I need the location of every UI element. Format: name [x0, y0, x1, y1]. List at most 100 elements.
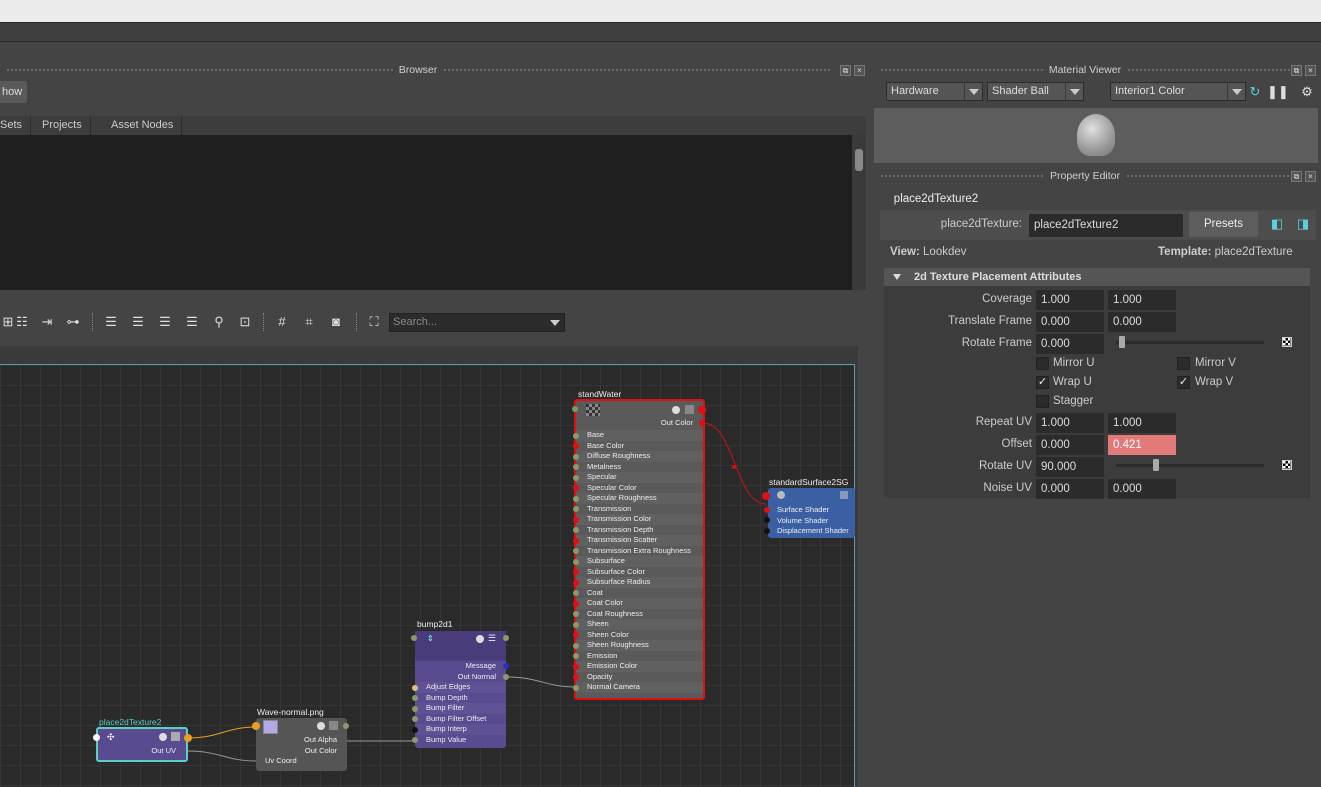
input-port-dot[interactable] — [573, 527, 579, 533]
node-attribute-row[interactable]: Sheen — [576, 619, 703, 630]
port-input[interactable] — [93, 734, 100, 741]
repeat-u-field[interactable]: 1.000 — [1036, 413, 1104, 433]
graph-input-icon[interactable]: ☷ — [14, 314, 30, 330]
input-port-dot[interactable] — [573, 674, 579, 680]
menu-icon[interactable]: ☰ — [488, 634, 497, 643]
collapse-triangle-icon[interactable] — [893, 274, 901, 280]
port-volume-dot[interactable] — [764, 517, 770, 523]
node-attribute-row[interactable]: Adjust Edges — [415, 682, 506, 693]
attributes-icon[interactable] — [685, 405, 694, 414]
rotate-uv-slider[interactable] — [1116, 464, 1264, 467]
search-icon[interactable]: ⚲ — [211, 314, 227, 330]
port-output[interactable] — [343, 723, 349, 729]
settings-icon[interactable] — [672, 406, 680, 414]
node-attribute-row[interactable]: Bump Value — [415, 735, 506, 746]
port-out-normal[interactable]: Out Normal — [415, 672, 506, 683]
settings-icon[interactable] — [159, 733, 167, 741]
port-input[interactable] — [252, 722, 260, 730]
input-port-dot[interactable] — [573, 464, 579, 470]
port-output[interactable] — [184, 734, 192, 742]
input-port-dot[interactable] — [573, 453, 579, 460]
node-place2dtexture[interactable]: ✣ Out UV — [96, 727, 188, 762]
port-volume-shader[interactable]: Volume Shader — [768, 516, 855, 527]
node-attribute-row[interactable]: Transmission Scatter — [576, 535, 703, 546]
node-file-texture[interactable]: Out Alpha Out Color Uv Coord — [256, 718, 347, 771]
input-port-dot[interactable] — [573, 537, 579, 544]
stagger-checkbox[interactable] — [1036, 395, 1049, 408]
input-port-dot[interactable] — [573, 621, 579, 628]
drag-handle[interactable] — [880, 174, 1044, 178]
connection-normal-camera[interactable] — [505, 676, 577, 688]
coverage-v-field[interactable]: 1.000 — [1108, 290, 1176, 310]
mirror-v-checkbox[interactable] — [1177, 357, 1190, 370]
presets-button[interactable]: Presets — [1189, 212, 1258, 237]
port-out-uv[interactable]: Out UV — [98, 746, 186, 757]
grid-icon[interactable]: # — [274, 314, 290, 330]
environment-dropdown[interactable]: Interior1 Color — [1110, 82, 1246, 101]
input-port-dot[interactable] — [573, 590, 579, 596]
wrap-u-checkbox[interactable]: ✓ — [1036, 376, 1049, 389]
node-attribute-row[interactable]: Base — [576, 430, 703, 441]
input-port-dot[interactable] — [573, 632, 579, 638]
drag-handle[interactable] — [443, 68, 831, 72]
tab-asset-nodes[interactable]: Asset Nodes — [103, 116, 183, 135]
offset-u-field[interactable]: 0.000 — [1036, 435, 1104, 455]
input-port-dot[interactable] — [573, 474, 579, 481]
node-attribute-row[interactable]: Transmission Depth — [576, 525, 703, 536]
rotate-frame-field[interactable]: 0.000 — [1036, 334, 1104, 354]
scroll-thumb[interactable] — [855, 149, 863, 171]
node-attribute-row[interactable]: Subsurface Color — [576, 567, 703, 578]
gear-icon[interactable]: ⚙ — [1299, 84, 1315, 100]
close-panel-icon[interactable]: × — [854, 65, 865, 76]
node-attribute-row[interactable]: Normal Camera — [576, 682, 703, 693]
input-port-dot[interactable] — [573, 506, 579, 512]
show-button[interactable]: how — [0, 81, 27, 103]
port-output[interactable] — [698, 406, 706, 414]
node-attribute-row[interactable]: Emission Color — [576, 661, 703, 672]
shape-dropdown[interactable]: Shader Ball — [987, 82, 1084, 101]
simple-view-icon[interactable]: ☰ — [103, 314, 119, 330]
attributes-icon[interactable] — [171, 732, 180, 741]
port-surface-shader[interactable]: Surface Shader — [768, 505, 855, 516]
show-output-icon[interactable]: ◨ — [1295, 216, 1311, 232]
input-port-dot[interactable] — [573, 663, 579, 670]
input-port-dot[interactable] — [573, 611, 579, 617]
input-port-dot[interactable] — [573, 684, 579, 691]
port-input[interactable] — [762, 492, 770, 500]
tab-projects[interactable]: Projects — [34, 116, 91, 135]
node-attribute-row[interactable]: Transmission Extra Roughness — [576, 546, 703, 557]
offset-v-field[interactable]: 0.421 — [1108, 435, 1176, 455]
node-attribute-row[interactable]: Diffuse Roughness — [576, 451, 703, 462]
close-panel-icon[interactable]: × — [1305, 171, 1316, 182]
section-2d-texture-placement[interactable]: 2d Texture Placement Attributes — [884, 268, 1310, 286]
graph-connections-icon[interactable]: ⇥ — [39, 314, 55, 330]
node-attribute-row[interactable]: Sheen Roughness — [576, 640, 703, 651]
frame-selected-icon[interactable]: ⊡ — [237, 314, 253, 330]
input-port-dot[interactable] — [573, 600, 579, 607]
connection-outcolor-surface[interactable] — [702, 422, 767, 505]
node-bump2d[interactable]: ⇕ ☰ Message Out Normal Adjust Edges Bump … — [412, 631, 506, 748]
connection-outuv-uvcoord[interactable] — [187, 750, 258, 762]
node-attribute-row[interactable]: Bump Filter — [415, 703, 506, 714]
pause-icon[interactable]: ❚❚ — [1267, 84, 1289, 100]
input-port-dot[interactable] — [412, 705, 418, 712]
node-attribute-row[interactable]: Transmission Color — [576, 514, 703, 525]
node-attribute-row[interactable]: Bump Filter Offset — [415, 714, 506, 725]
input-port-dot[interactable] — [573, 653, 579, 659]
close-panel-icon[interactable]: × — [1305, 65, 1316, 76]
repeat-v-field[interactable]: 1.000 — [1108, 413, 1176, 433]
rotate-uv-slider-thumb[interactable] — [1153, 459, 1159, 471]
port-out-color-dot[interactable] — [699, 420, 705, 426]
node-attribute-row[interactable]: Bump Depth — [415, 693, 506, 704]
node-attribute-row[interactable]: Bump Interp — [415, 724, 506, 735]
node-attribute-row[interactable]: Subsurface Radius — [576, 577, 703, 588]
port-displacement-shader[interactable]: Displacement Shader — [768, 526, 855, 537]
input-port-dot[interactable] — [412, 695, 418, 701]
port-displacement-dot[interactable] — [764, 528, 770, 534]
noise-v-field[interactable]: 0.000 — [1108, 479, 1176, 499]
port-surface-dot[interactable] — [764, 507, 770, 513]
translate-frame-v-field[interactable]: 0.000 — [1108, 312, 1176, 332]
port-message[interactable]: Message — [415, 661, 506, 672]
node-attribute-row[interactable]: Subsurface — [576, 556, 703, 567]
translate-frame-u-field[interactable]: 0.000 — [1036, 312, 1104, 332]
